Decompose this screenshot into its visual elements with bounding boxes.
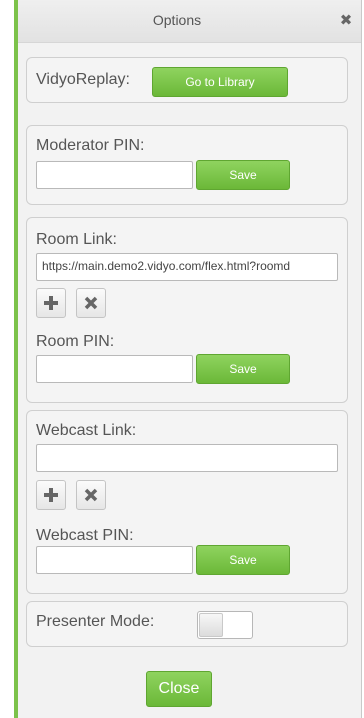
title-bar: Options ✖: [18, 0, 361, 43]
vidyo-replay-panel: VidyoReplay: Go to Library: [26, 57, 348, 103]
webcast-pin-label: Webcast PIN:: [36, 527, 134, 544]
webcast-link-input[interactable]: [36, 444, 338, 472]
remove-webcast-link-button[interactable]: [76, 480, 106, 510]
x-icon: [84, 488, 98, 502]
close-icon[interactable]: ✖: [337, 12, 355, 30]
room-link-input[interactable]: https://main.demo2.vidyo.com/flex.html?r…: [36, 253, 338, 281]
presenter-mode-toggle[interactable]: [197, 611, 253, 639]
plus-icon: [44, 488, 58, 502]
go-to-library-button[interactable]: Go to Library: [152, 67, 288, 97]
add-room-link-button[interactable]: [36, 288, 66, 318]
webcast-panel: Webcast Link: Webcast PIN: Save: [26, 410, 348, 594]
moderator-pin-panel: Moderator PIN: Save: [26, 125, 348, 205]
room-pin-input[interactable]: [36, 355, 193, 383]
presenter-mode-label: Presenter Mode:: [36, 613, 155, 630]
options-dialog: Options ✖ VidyoReplay: Go to Library Mod…: [18, 0, 362, 718]
webcast-pin-input[interactable]: [36, 546, 193, 574]
webcast-save-button[interactable]: Save: [196, 545, 290, 575]
vidyo-replay-label: VidyoReplay:: [36, 71, 130, 88]
plus-icon: [44, 296, 58, 310]
room-pin-label: Room PIN:: [36, 333, 115, 350]
add-webcast-link-button[interactable]: [36, 480, 66, 510]
room-link-label: Room Link:: [36, 231, 117, 248]
remove-room-link-button[interactable]: [76, 288, 106, 318]
x-icon: [84, 296, 98, 310]
dialog-title: Options: [152, 12, 202, 28]
moderator-pin-input[interactable]: [36, 161, 193, 189]
webcast-link-label: Webcast Link:: [36, 422, 137, 439]
close-button[interactable]: Close: [146, 671, 212, 707]
toggle-knob: [199, 613, 223, 637]
room-save-button[interactable]: Save: [196, 354, 290, 384]
presenter-mode-panel: Presenter Mode:: [26, 601, 348, 647]
room-panel: Room Link: https://main.demo2.vidyo.com/…: [26, 217, 348, 403]
moderator-pin-label: Moderator PIN:: [36, 137, 145, 154]
moderator-save-button[interactable]: Save: [196, 160, 290, 190]
